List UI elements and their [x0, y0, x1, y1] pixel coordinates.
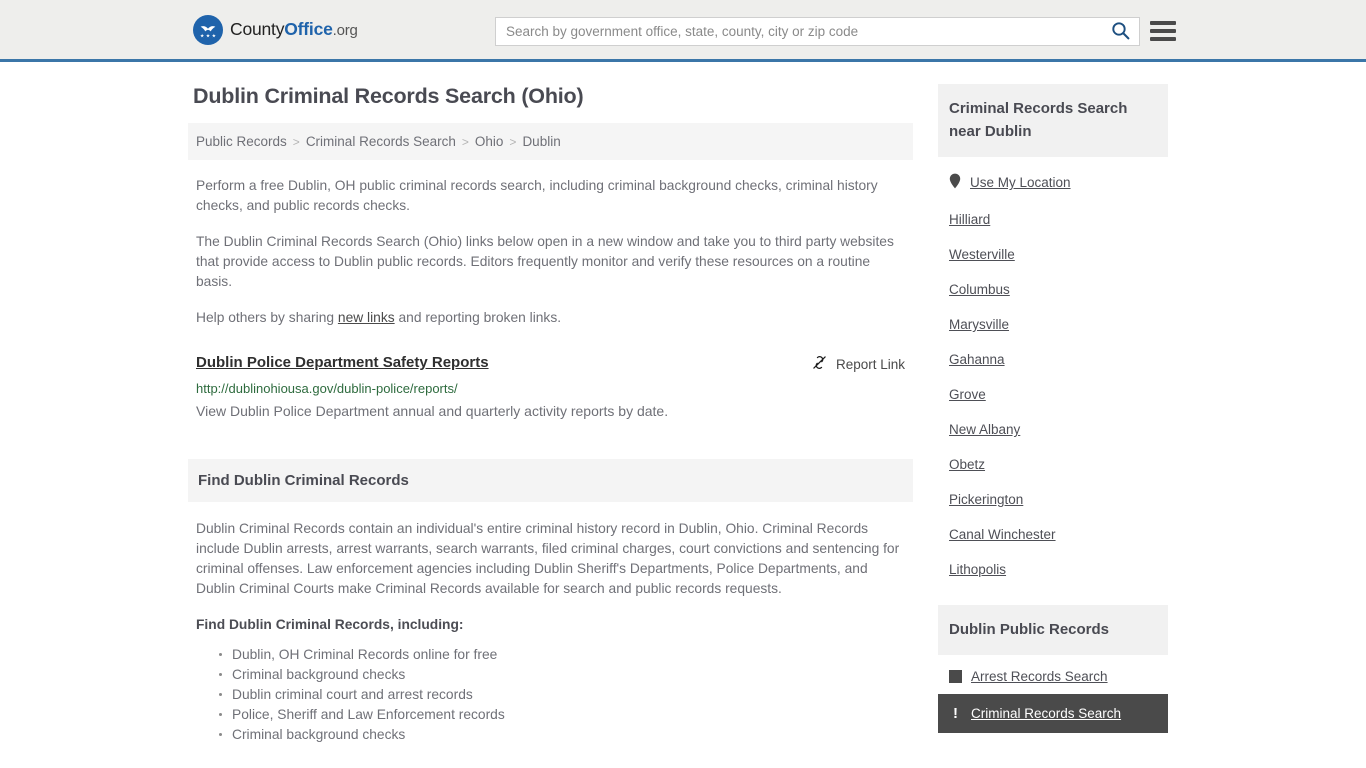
breadcrumb-separator-icon: > [292, 134, 300, 149]
nearby-city-link-pickerington[interactable]: Pickerington [949, 492, 1023, 507]
result-description: View Dublin Police Department annual and… [196, 403, 669, 419]
find-records-list-heading: Find Dublin Criminal Records, including: [196, 617, 464, 632]
breadcrumb-item-public-records[interactable]: Public Records [196, 134, 287, 149]
breadcrumb-item-dublin[interactable]: Dublin [522, 134, 560, 149]
search-bar [495, 17, 1140, 46]
nearby-city-link-new-albany[interactable]: New Albany [949, 422, 1020, 437]
find-records-paragraph: Dublin Criminal Records contain an indiv… [196, 521, 900, 596]
arrest-records-search-link[interactable]: Arrest Records Search [971, 669, 1108, 684]
intro-paragraph-1: Perform a free Dublin, OH public crimina… [196, 178, 878, 213]
nearby-city-link-lithopolis[interactable]: Lithopolis [949, 562, 1006, 577]
site-logo[interactable]: CountyOffice.org [193, 14, 358, 45]
nearby-search-heading: Criminal Records Search near Dublin [938, 84, 1168, 157]
hamburger-bar-3 [1150, 37, 1176, 41]
list-item: Criminal background checks [219, 725, 913, 745]
square-icon [949, 670, 962, 683]
logo-text-county: County [230, 19, 285, 39]
logo-text-org: .org [332, 22, 358, 39]
breadcrumb: Public Records > Criminal Records Search… [188, 123, 913, 160]
nearby-city-link-gahanna[interactable]: Gahanna [949, 352, 1005, 367]
nearby-city-list: Use My Location Hilliard Westerville Col… [938, 157, 1168, 587]
use-my-location-row[interactable]: Use My Location [938, 157, 1168, 202]
nearby-city-row[interactable]: Pickerington [938, 482, 1168, 517]
search-input[interactable] [496, 18, 1101, 45]
search-button[interactable] [1101, 18, 1139, 45]
nearby-city-link-westerville[interactable]: Westerville [949, 247, 1015, 262]
nearby-city-row[interactable]: Marysville [938, 307, 1168, 342]
nearby-city-row[interactable]: Lithopolis [938, 552, 1168, 587]
result-url[interactable]: http://dublinohiousa.gov/dublin-police/r… [196, 381, 913, 396]
page-wrapper: Dublin Criminal Records Search (Ohio) Pu… [0, 62, 1366, 745]
public-records-row-criminal[interactable]: ! Criminal Records Search [938, 694, 1168, 733]
use-my-location-link[interactable]: Use My Location [970, 175, 1071, 190]
page-title: Dublin Criminal Records Search (Ohio) [193, 84, 584, 108]
list-item: Dublin, OH Criminal Records online for f… [219, 645, 913, 665]
share-links-text-before: Help others by sharing [196, 310, 338, 325]
find-records-section-body: Dublin Criminal Records contain an indiv… [196, 519, 913, 745]
nearby-city-row[interactable]: Grove [938, 377, 1168, 412]
nearby-city-row[interactable]: Canal Winchester [938, 517, 1168, 552]
menu-button[interactable] [1150, 20, 1176, 42]
public-records-list: Arrest Records Search ! Criminal Records… [938, 655, 1168, 733]
nearby-city-link-hilliard[interactable]: Hilliard [949, 212, 990, 227]
new-links-link[interactable]: new links [338, 310, 395, 325]
report-link-label: Report Link [835, 356, 905, 372]
broken-link-icon [811, 354, 828, 374]
breadcrumb-item-criminal-records-search[interactable]: Criminal Records Search [306, 134, 456, 149]
county-office-eagle-icon [193, 14, 223, 45]
breadcrumb-separator-icon: > [509, 134, 517, 149]
nearby-city-row[interactable]: Hilliard [938, 202, 1168, 237]
find-records-list: Dublin, OH Criminal Records online for f… [196, 645, 913, 745]
hamburger-bar-2 [1150, 29, 1176, 33]
report-link-button[interactable]: Report Link [811, 354, 905, 374]
intro-paragraph-2: The Dublin Criminal Records Search (Ohio… [196, 234, 894, 289]
public-records-row-arrest[interactable]: Arrest Records Search [938, 655, 1168, 694]
result-item: Dublin Police Department Safety Reports … [196, 354, 913, 421]
search-icon [1111, 21, 1130, 43]
breadcrumb-item-ohio[interactable]: Ohio [475, 134, 504, 149]
nearby-city-row[interactable]: Obetz [938, 447, 1168, 482]
list-item: Criminal background checks [219, 665, 913, 685]
list-item: Dublin criminal court and arrest records [219, 685, 913, 705]
sidebar: Criminal Records Search near Dublin Use … [938, 84, 1168, 745]
nearby-city-link-grove[interactable]: Grove [949, 387, 986, 402]
nearby-city-row[interactable]: Gahanna [938, 342, 1168, 377]
site-header: CountyOffice.org [0, 0, 1366, 62]
breadcrumb-separator-icon: > [461, 134, 469, 149]
share-links-text-after: and reporting broken links. [394, 310, 562, 325]
result-header-row: Dublin Police Department Safety Reports … [196, 354, 913, 374]
find-records-section-heading: Find Dublin Criminal Records [188, 459, 913, 502]
content-container: Dublin Criminal Records Search (Ohio) Pu… [188, 62, 1178, 745]
nearby-city-link-canal-winchester[interactable]: Canal Winchester [949, 527, 1056, 542]
main-content: Dublin Criminal Records Search (Ohio) Pu… [188, 84, 913, 745]
nearby-city-link-columbus[interactable]: Columbus [949, 282, 1010, 297]
intro-paragraph-3: Help others by sharing new links and rep… [196, 308, 906, 328]
location-pin-icon [949, 173, 961, 192]
nearby-city-link-marysville[interactable]: Marysville [949, 317, 1009, 332]
nearby-city-row[interactable]: Westerville [938, 237, 1168, 272]
criminal-records-search-link[interactable]: Criminal Records Search [971, 706, 1121, 721]
site-logo-text: CountyOffice.org [230, 19, 358, 40]
public-records-heading: Dublin Public Records [938, 605, 1168, 655]
hamburger-bar-1 [1150, 21, 1176, 25]
nearby-city-row[interactable]: Columbus [938, 272, 1168, 307]
nearby-city-link-obetz[interactable]: Obetz [949, 457, 985, 472]
list-item: Police, Sheriff and Law Enforcement reco… [219, 705, 913, 725]
nearby-city-row[interactable]: New Albany [938, 412, 1168, 447]
exclamation-icon: ! [953, 705, 958, 722]
result-title-link[interactable]: Dublin Police Department Safety Reports [196, 354, 489, 371]
logo-text-office: Office [284, 19, 333, 39]
